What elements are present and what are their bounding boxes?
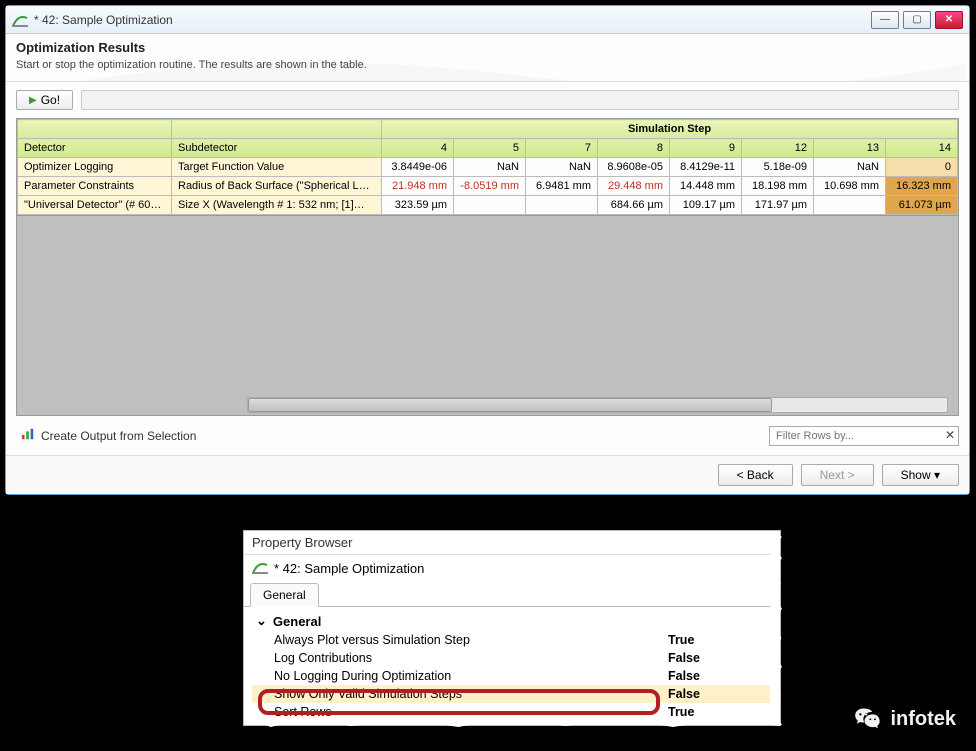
property-group[interactable]: ⌄ General xyxy=(252,611,772,631)
cell-value[interactable] xyxy=(526,196,598,215)
cell-value[interactable] xyxy=(814,196,886,215)
minimize-button[interactable]: — xyxy=(871,11,899,29)
property-browser-title: Property Browser xyxy=(244,531,780,555)
cell-value[interactable]: 5.18e-09 xyxy=(742,158,814,177)
property-name: Log Contributions xyxy=(274,651,668,665)
filter-input[interactable] xyxy=(769,426,959,446)
cell-value[interactable]: 21.948 mm xyxy=(382,177,454,196)
column-group-header: Simulation Step xyxy=(382,120,958,139)
results-grid[interactable]: Simulation Step Detector Subdetector 4 5… xyxy=(16,118,959,416)
cell-value[interactable]: 6.9481 mm xyxy=(526,177,598,196)
maximize-button[interactable]: ▢ xyxy=(903,11,931,29)
optimization-window: * 42: Sample Optimization — ▢ ✕ Optimiza… xyxy=(5,5,970,495)
cell-value[interactable]: NaN xyxy=(526,158,598,177)
property-value[interactable]: False xyxy=(668,687,768,701)
property-browser-window: Property Browser * 42: Sample Optimizati… xyxy=(243,530,781,726)
app-icon xyxy=(12,12,28,28)
cell-subdetector[interactable]: Size X (Wavelength # 1: 532 nm; [1]… xyxy=(172,196,382,215)
cell-value[interactable]: 18.198 mm xyxy=(742,177,814,196)
cell-value[interactable]: 61.073 µm xyxy=(886,196,958,215)
col-step[interactable]: 14 xyxy=(886,139,958,158)
scrollbar-thumb[interactable] xyxy=(248,398,772,412)
table-row[interactable]: "Universal Detector" (# 600…Size X (Wave… xyxy=(18,196,958,215)
col-step[interactable]: 7 xyxy=(526,139,598,158)
group-label: General xyxy=(273,614,321,629)
property-name: Show Only Valid Simulation Steps xyxy=(274,687,668,701)
cell-value[interactable]: -8.0519 mm xyxy=(454,177,526,196)
col-step[interactable]: 5 xyxy=(454,139,526,158)
property-value[interactable]: False xyxy=(668,669,768,683)
cell-value[interactable]: 8.9608e-05 xyxy=(598,158,670,177)
show-button[interactable]: Show ▾ xyxy=(882,464,959,486)
header-corner xyxy=(18,120,172,139)
document-name: * 42: Sample Optimization xyxy=(274,561,424,576)
watermark-text: infotek xyxy=(890,708,956,731)
header-description: Start or stop the optimization routine. … xyxy=(16,59,959,71)
chevron-down-icon: ⌄ xyxy=(256,613,267,629)
watermark: infotek xyxy=(854,705,956,733)
col-step[interactable]: 12 xyxy=(742,139,814,158)
cell-detector[interactable]: "Universal Detector" (# 600… xyxy=(18,196,172,215)
property-row[interactable]: Always Plot versus Simulation StepTrue xyxy=(252,631,772,649)
property-value[interactable]: False xyxy=(668,651,768,665)
next-button[interactable]: Next > xyxy=(801,464,874,486)
col-subdetector[interactable]: Subdetector xyxy=(172,139,382,158)
col-step[interactable]: 13 xyxy=(814,139,886,158)
col-detector[interactable]: Detector xyxy=(18,139,172,158)
back-button[interactable]: < Back xyxy=(718,464,793,486)
property-row[interactable]: No Logging During OptimizationFalse xyxy=(252,667,772,685)
property-name: Sort Rows xyxy=(274,705,668,719)
cell-value[interactable]: 171.97 µm xyxy=(742,196,814,215)
cell-value[interactable]: 3.8449e-06 xyxy=(382,158,454,177)
cell-value[interactable]: 8.4129e-11 xyxy=(670,158,742,177)
property-value[interactable]: True xyxy=(668,633,768,647)
col-step[interactable]: 4 xyxy=(382,139,454,158)
property-row[interactable]: Log ContributionsFalse xyxy=(252,649,772,667)
progress-bar xyxy=(81,90,959,110)
create-output-label: Create Output from Selection xyxy=(41,429,196,443)
wechat-icon xyxy=(854,705,882,733)
header-title: Optimization Results xyxy=(16,40,959,55)
clear-filter-icon[interactable]: ✕ xyxy=(945,428,955,442)
table-row[interactable]: Optimizer LoggingTarget Function Value3.… xyxy=(18,158,958,177)
cell-value[interactable] xyxy=(454,196,526,215)
property-row[interactable]: Show Only Valid Simulation StepsFalse xyxy=(252,685,772,703)
cell-value[interactable]: 684.66 µm xyxy=(598,196,670,215)
grid-empty-area xyxy=(17,215,958,415)
header-panel: Optimization Results Start or stop the o… xyxy=(6,34,969,82)
cell-value[interactable]: 109.17 µm xyxy=(670,196,742,215)
header-corner xyxy=(172,120,382,139)
create-output-button[interactable]: Create Output from Selection xyxy=(16,424,201,447)
property-name: Always Plot versus Simulation Step xyxy=(274,633,668,647)
property-value[interactable]: True xyxy=(668,705,768,719)
window-title: * 42: Sample Optimization xyxy=(34,13,871,27)
titlebar[interactable]: * 42: Sample Optimization — ▢ ✕ xyxy=(6,6,969,34)
cell-value[interactable]: NaN xyxy=(454,158,526,177)
cell-subdetector[interactable]: Target Function Value xyxy=(172,158,382,177)
close-button[interactable]: ✕ xyxy=(935,11,963,29)
tab-general[interactable]: General xyxy=(250,583,319,607)
cell-value[interactable]: 16.323 mm xyxy=(886,177,958,196)
go-label: Go! xyxy=(41,93,60,107)
col-step[interactable]: 9 xyxy=(670,139,742,158)
go-button[interactable]: ▶ Go! xyxy=(16,90,73,110)
property-name: No Logging During Optimization xyxy=(274,669,668,683)
cell-detector[interactable]: Optimizer Logging xyxy=(18,158,172,177)
cell-value[interactable]: NaN xyxy=(814,158,886,177)
table-row[interactable]: Parameter ConstraintsRadius of Back Surf… xyxy=(18,177,958,196)
chart-icon xyxy=(21,427,35,444)
cell-value[interactable]: 14.448 mm xyxy=(670,177,742,196)
cell-value[interactable]: 0 xyxy=(886,158,958,177)
horizontal-scrollbar[interactable] xyxy=(247,397,948,413)
col-step[interactable]: 8 xyxy=(598,139,670,158)
cell-value[interactable]: 323.59 µm xyxy=(382,196,454,215)
play-icon: ▶ xyxy=(29,95,37,106)
cell-detector[interactable]: Parameter Constraints xyxy=(18,177,172,196)
cell-subdetector[interactable]: Radius of Back Surface ("Spherical L… xyxy=(172,177,382,196)
cell-value[interactable]: 10.698 mm xyxy=(814,177,886,196)
cell-value[interactable]: 29.448 mm xyxy=(598,177,670,196)
app-icon xyxy=(252,559,268,578)
